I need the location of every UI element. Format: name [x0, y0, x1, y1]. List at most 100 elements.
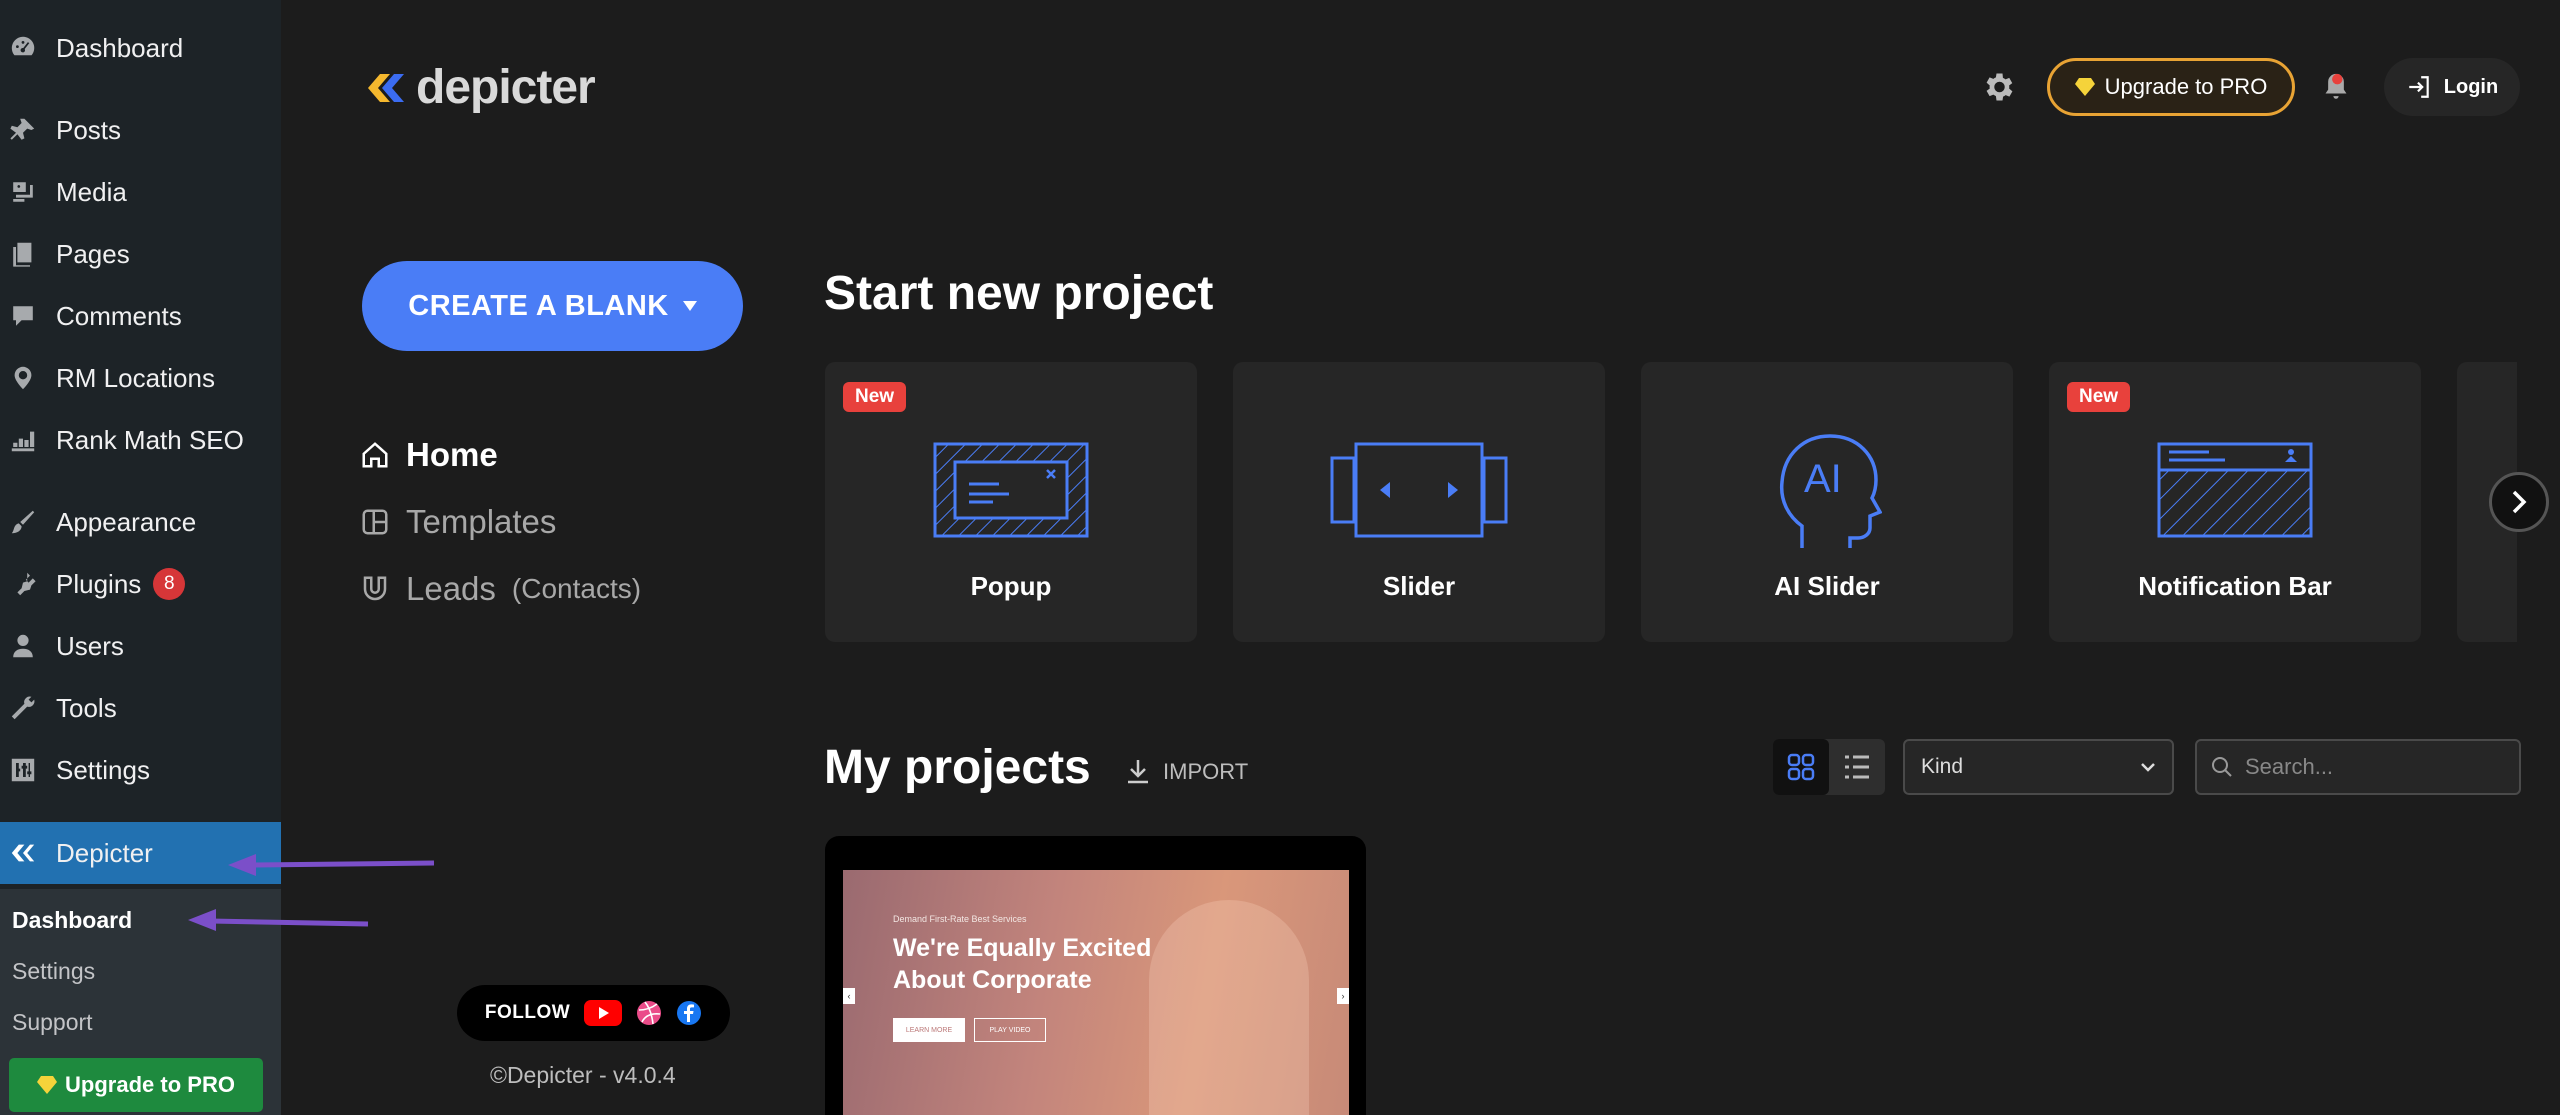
sidebar-item-plugins[interactable]: Plugins 8	[0, 560, 281, 608]
notifications-button[interactable]	[2320, 58, 2360, 116]
card-label: Popup	[970, 571, 1052, 601]
submenu-item-dashboard[interactable]: Dashboard	[12, 907, 132, 934]
chevron-down-icon	[2141, 763, 2155, 772]
login-label: Login	[2443, 75, 2499, 98]
templates-icon	[362, 509, 388, 535]
version-footer: ©Depicter - v4.0.4	[490, 1062, 676, 1088]
settings-button[interactable]	[1980, 58, 2020, 116]
depicter-logo-icon	[8, 838, 38, 868]
project-preview-image: Demand First-Rate Best Services We're Eq…	[843, 870, 1349, 1115]
preview-next-arrow: ›	[1337, 988, 1349, 1004]
search-input[interactable]	[2245, 754, 2505, 780]
submenu-item-settings[interactable]: Settings	[12, 958, 95, 985]
diamond-icon	[37, 1076, 58, 1094]
pin-icon	[8, 115, 38, 145]
project-card-ai-slider[interactable]: AI AI Slider	[1641, 362, 2013, 642]
annotation-arrow	[188, 909, 369, 931]
project-thumbnail-card[interactable]: Demand First-Rate Best Services We're Eq…	[825, 836, 1366, 1115]
view-toggle	[1773, 739, 1885, 795]
grid-view-button[interactable]	[1773, 739, 1829, 795]
preview-button-primary: LEARN MORE	[893, 1018, 965, 1042]
preview-prev-arrow: ‹	[843, 988, 855, 1004]
sidebar-upgrade-label: Upgrade to PRO	[65, 1072, 235, 1097]
dashboard-icon	[8, 33, 38, 63]
sidebar-item-label: RM Locations	[56, 362, 215, 393]
nav-home[interactable]: Home	[360, 436, 498, 474]
card-label: AI Slider	[1774, 571, 1880, 601]
follow-bar: FOLLOW	[457, 985, 730, 1041]
sidebar-item-label: Tools	[56, 692, 117, 723]
plug-icon	[8, 569, 38, 599]
chevron-right-icon	[2512, 490, 2527, 514]
location-pin-icon	[8, 363, 38, 393]
media-icon	[8, 177, 38, 207]
facebook-icon[interactable]	[676, 1000, 702, 1026]
search-box	[2195, 739, 2521, 795]
notification-bar-icon	[2049, 420, 2421, 560]
nav-label: Home	[406, 436, 498, 473]
sidebar-item-settings[interactable]: Settings	[0, 746, 281, 794]
search-icon	[2212, 757, 2232, 777]
sidebar-item-posts[interactable]: Posts	[0, 106, 281, 154]
login-button[interactable]: Login	[2384, 58, 2520, 116]
project-card-slider[interactable]: Slider	[1233, 362, 1605, 642]
import-button[interactable]: IMPORT	[1125, 758, 1248, 786]
ai-head-icon: AI	[1641, 420, 2013, 560]
upgrade-pro-button[interactable]: Upgrade to PRO	[2047, 58, 2295, 116]
create-blank-button[interactable]: CREATE A BLANK	[362, 261, 743, 351]
project-card-popup[interactable]: New Popup	[825, 362, 1197, 642]
diamond-icon	[2074, 78, 2095, 96]
depicter-logo[interactable]: depicter	[366, 60, 596, 115]
card-label: Slider	[1382, 571, 1456, 601]
sidebar-item-label: Settings	[56, 754, 150, 785]
magnet-icon	[363, 576, 387, 601]
chart-icon	[8, 425, 38, 455]
comment-icon	[8, 301, 38, 331]
sidebar-item-label: Comments	[56, 300, 182, 331]
logo-text: depicter	[416, 61, 596, 114]
gear-icon	[1986, 73, 2013, 101]
follow-label: FOLLOW	[484, 1002, 571, 1023]
list-view-button[interactable]	[1829, 739, 1885, 795]
sidebar-item-pages[interactable]: Pages	[0, 230, 281, 278]
screen: Dashboard Posts Media Pages Comments RM …	[0, 0, 2560, 1115]
preview-tagline: Demand First-Rate Best Services	[893, 914, 1027, 924]
sidebar-item-users[interactable]: Users	[0, 622, 281, 670]
projects-section-title: My projects	[824, 741, 1091, 794]
sidebar-item-label: Dashboard	[56, 32, 184, 63]
sidebar-item-dashboard[interactable]: Dashboard	[0, 24, 281, 72]
sidebar-item-comments[interactable]: Comments	[0, 292, 281, 340]
nav-label: Templates	[406, 503, 557, 540]
download-icon	[1128, 760, 1148, 784]
sidebar-item-label: Media	[56, 176, 127, 207]
sidebar-item-tools[interactable]: Tools	[0, 684, 281, 732]
sidebar-item-media[interactable]: Media	[0, 168, 281, 216]
home-icon	[362, 442, 388, 468]
svg-text:AI: AI	[1804, 457, 1842, 501]
nav-templates[interactable]: Templates	[360, 503, 556, 541]
sidebar-item-appearance[interactable]: Appearance	[0, 498, 281, 546]
sidebar-item-label: Appearance	[56, 506, 197, 537]
preview-button-secondary: PLAY VIDEO	[974, 1018, 1046, 1042]
dribbble-icon[interactable]	[636, 1000, 662, 1026]
sidebar-item-rank-math-seo[interactable]: Rank Math SEO	[0, 416, 281, 464]
wp-admin-sidebar: Dashboard Posts Media Pages Comments RM …	[0, 0, 281, 1115]
import-label: IMPORT	[1163, 759, 1249, 784]
project-card-notification-bar[interactable]: New Notification Bar	[2049, 362, 2421, 642]
preview-headline: We're Equally Excited About Corporate	[893, 934, 1152, 994]
slider-icon	[1233, 420, 1605, 560]
sidebar-upgrade-button[interactable]: Upgrade to PRO	[9, 1058, 263, 1112]
carousel-next-button[interactable]	[2489, 472, 2549, 532]
sidebar-item-label: Users	[56, 630, 124, 661]
kind-filter-select[interactable]: Kind	[1903, 739, 2174, 795]
settings-sliders-icon	[8, 755, 38, 785]
sidebar-item-rm-locations[interactable]: RM Locations	[0, 354, 281, 402]
submenu-item-support[interactable]: Support	[12, 1009, 93, 1036]
brush-icon	[8, 507, 38, 537]
nav-leads[interactable]: Leads (Contacts)	[360, 570, 641, 608]
bell-icon	[2325, 73, 2347, 99]
user-icon	[8, 631, 38, 661]
youtube-icon[interactable]	[584, 1000, 623, 1026]
list-icon	[1845, 755, 1869, 779]
caret-down-icon	[682, 301, 697, 311]
